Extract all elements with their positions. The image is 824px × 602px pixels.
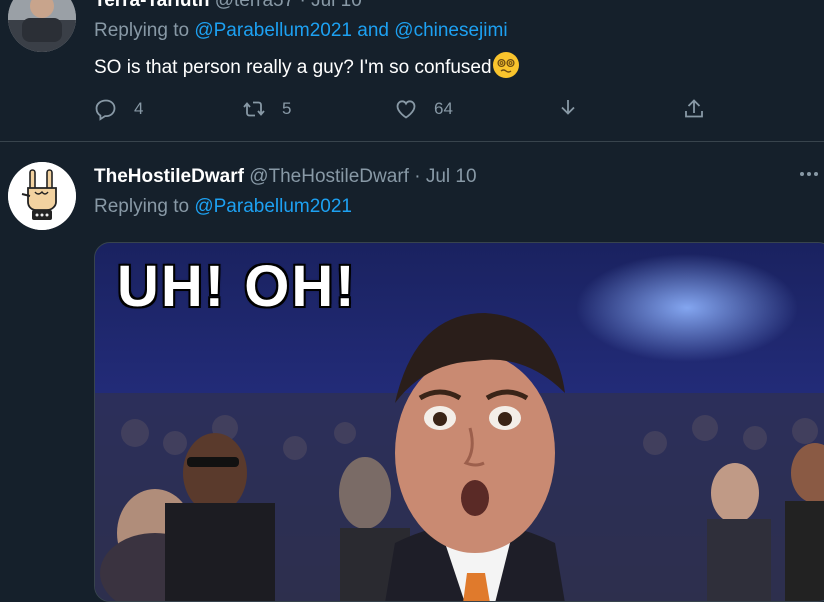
mention-link[interactable]: @Parabellum2021 (194, 20, 352, 41)
tweet[interactable]: TheHostileDwarf @TheHostileDwarf · Jul 1… (0, 142, 824, 602)
retweet-count: 5 (282, 99, 292, 118)
reply-button[interactable]: 4 (94, 96, 143, 122)
replying-to-prefix: Replying to (94, 196, 190, 217)
reply-count: 4 (134, 99, 144, 118)
tweet-body: SO is that person really a guy? I'm so c… (94, 57, 492, 78)
mention-link[interactable]: @chinesejimi (394, 20, 507, 41)
download-button[interactable] (556, 96, 580, 122)
replying-to-prefix: Replying to (94, 20, 190, 41)
tweet-media-gif[interactable]: UH! OH! (94, 242, 824, 602)
separator-dot: · (414, 166, 421, 187)
mention-link[interactable]: @Parabellum2021 (194, 196, 352, 217)
avatar[interactable] (8, 162, 76, 230)
replying-to: Replying to @Parabellum2021 and @chinese… (94, 20, 508, 42)
display-name[interactable]: Terra-Tarluth (94, 0, 209, 11)
tweet-text: SO is that person really a guy? I'm so c… (94, 52, 519, 79)
tweet[interactable]: Terra-Tarluth @terra57 · Jul 10 Replying… (0, 0, 824, 142)
tweet-header: Terra-Tarluth @terra57 · Jul 10 (94, 0, 362, 12)
display-name[interactable]: TheHostileDwarf (94, 166, 244, 187)
user-handle[interactable]: @terra57 (215, 0, 295, 11)
tweet-date[interactable]: Jul 10 (311, 0, 362, 11)
share-button[interactable] (682, 96, 706, 122)
tweet-date[interactable]: Jul 10 (426, 166, 477, 187)
reply-icon (95, 99, 116, 121)
retweet-button[interactable]: 5 (242, 96, 291, 122)
replying-to: Replying to @Parabellum2021 (94, 196, 352, 218)
user-handle[interactable]: @TheHostileDwarf (249, 166, 409, 187)
more-options-icon[interactable] (800, 164, 824, 184)
download-icon (561, 100, 575, 115)
dizzy-face-emoji-icon (492, 52, 519, 78)
heart-icon (396, 100, 416, 119)
like-count: 64 (434, 99, 453, 118)
gif-caption: UH! OH! (117, 254, 357, 319)
retweet-icon (243, 101, 265, 117)
tweet-actions: 4 5 64 (94, 96, 734, 122)
mention-conjunction: and (357, 20, 389, 41)
avatar[interactable] (8, 0, 76, 52)
separator-dot: · (299, 0, 306, 11)
like-button[interactable]: 64 (394, 96, 453, 122)
tweet-header: TheHostileDwarf @TheHostileDwarf · Jul 1… (94, 166, 477, 188)
share-icon (685, 99, 703, 118)
